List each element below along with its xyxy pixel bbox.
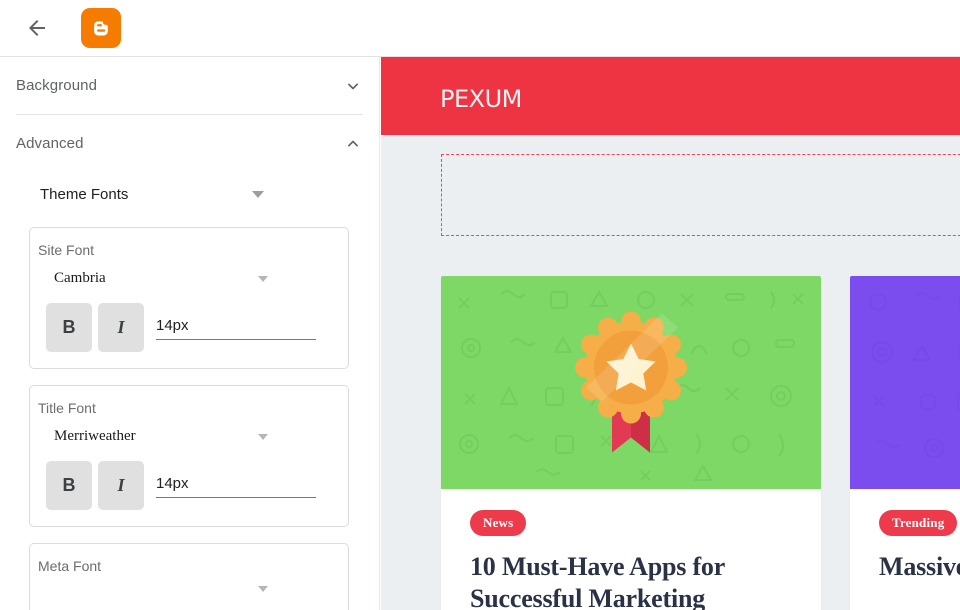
- title-font-controls: B I: [46, 461, 348, 510]
- title-font-card-title: Title Font: [38, 400, 96, 416]
- back-arrow-icon[interactable]: [17, 8, 57, 48]
- preview-site-header: pexum: [381, 57, 960, 135]
- thumbnail-pattern: [869, 292, 960, 458]
- sidebar-section-advanced-label: Advanced: [16, 135, 84, 152]
- site-font-size-field[interactable]: [156, 317, 316, 340]
- title-font-size-input[interactable]: [156, 475, 316, 492]
- blogger-logo-icon[interactable]: [81, 8, 121, 48]
- site-preview-pane: pexum News 10 Must-Have Apps for Success…: [381, 57, 960, 610]
- theme-designer-screen: Background Advanced Theme Fonts Site Fon…: [0, 0, 960, 610]
- theme-fonts-label: Theme Fonts: [40, 186, 129, 203]
- sidebar-section-background[interactable]: Background: [16, 57, 363, 114]
- chevron-down-icon[interactable]: [343, 76, 363, 96]
- post-card-thumbnail: [441, 276, 821, 489]
- post-card-thumbnail: [850, 276, 960, 489]
- caret-down-icon[interactable]: [258, 275, 268, 282]
- title-font-family-value: Merriweather: [54, 428, 136, 444]
- caret-down-icon[interactable]: [258, 433, 268, 440]
- caret-down-icon[interactable]: [258, 586, 268, 592]
- title-font-card: Title Font Merriweather B I: [29, 385, 349, 527]
- sidebar-section-background-label: Background: [16, 77, 98, 94]
- theme-fonts-select[interactable]: Theme Fonts: [40, 186, 270, 203]
- preview-post-cards: News 10 Must-Have Apps for Successful Ma…: [441, 276, 960, 610]
- chevron-up-icon[interactable]: [343, 134, 363, 154]
- site-font-card: Site Font Cambria B I: [29, 227, 349, 369]
- post-card-badge[interactable]: News: [470, 510, 527, 536]
- site-font-italic-button[interactable]: I: [98, 303, 144, 352]
- settings-sidebar: Background Advanced Theme Fonts Site Fon…: [0, 57, 380, 610]
- site-font-card-title: Site Font: [38, 242, 95, 258]
- title-font-italic-button[interactable]: I: [98, 461, 144, 510]
- title-font-family-select[interactable]: Merriweather: [54, 428, 268, 445]
- meta-font-family-select[interactable]: [54, 586, 268, 592]
- post-card-body: Trending Massive Information: [850, 489, 960, 583]
- post-card-title[interactable]: Massive Information: [879, 551, 960, 583]
- top-bar: [0, 0, 960, 57]
- ad-placeholder-box[interactable]: [441, 154, 960, 236]
- post-card-title[interactable]: 10 Must-Have Apps for Successful Marketi…: [470, 551, 792, 610]
- site-font-controls: B I: [46, 303, 348, 352]
- title-font-bold-button[interactable]: B: [46, 461, 92, 510]
- site-font-family-value: Cambria: [54, 270, 106, 286]
- meta-font-card-title: Meta Font: [38, 558, 102, 574]
- site-font-family-select[interactable]: Cambria: [54, 270, 268, 287]
- preview-site-logo: pexum: [440, 76, 522, 116]
- site-font-size-input[interactable]: [156, 317, 316, 334]
- site-font-bold-button[interactable]: B: [46, 303, 92, 352]
- caret-down-icon[interactable]: [252, 191, 264, 198]
- sidebar-section-advanced[interactable]: Advanced: [16, 115, 363, 172]
- post-card[interactable]: News 10 Must-Have Apps for Successful Ma…: [441, 276, 821, 610]
- award-medal-icon: [566, 305, 696, 460]
- meta-font-card: Meta Font: [29, 543, 349, 610]
- post-card-badge[interactable]: Trending: [879, 510, 958, 536]
- post-card-body: News 10 Must-Have Apps for Successful Ma…: [441, 489, 821, 610]
- post-card[interactable]: Trending Massive Information: [850, 276, 960, 610]
- title-font-size-field[interactable]: [156, 475, 316, 498]
